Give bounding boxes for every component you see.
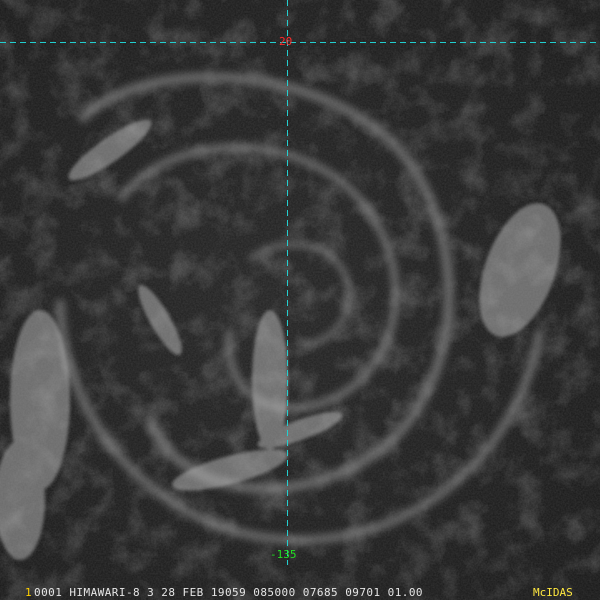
mcidas-brand-label: McIDAS xyxy=(533,586,573,599)
image-info-text: 0001 HIMAWARI-8 3 28 FEB 19059 085000 07… xyxy=(34,586,423,599)
satellite-image-viewer: 20 -135 1 0001 HIMAWARI-8 3 28 FEB 19059… xyxy=(0,0,600,600)
status-bar: 1 0001 HIMAWARI-8 3 28 FEB 19059 085000 … xyxy=(0,584,600,600)
latitude-label: 20 xyxy=(279,35,293,48)
frame-number: 1 xyxy=(25,586,32,599)
satellite-cloud-image xyxy=(0,0,600,600)
longitude-label: -135 xyxy=(270,548,297,561)
